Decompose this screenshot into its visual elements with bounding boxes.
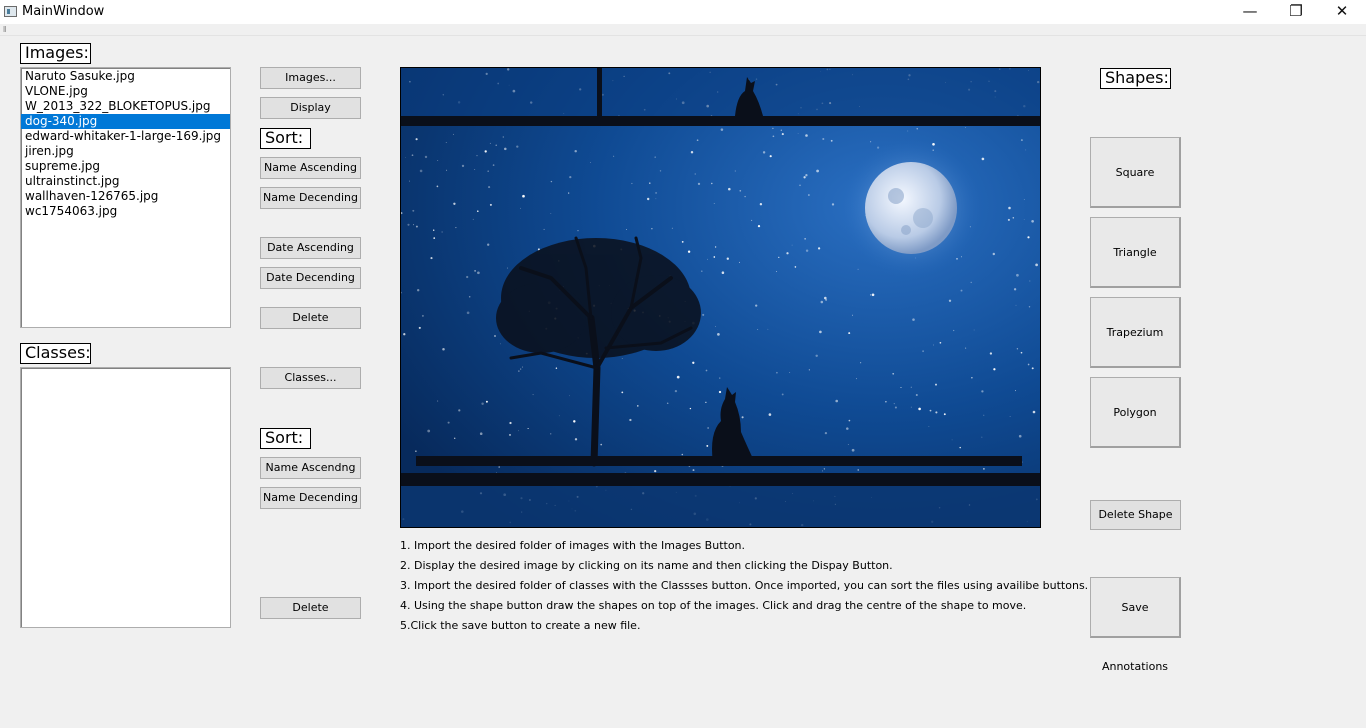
instruction-5: 5.Click the save button to create a new …	[400, 619, 641, 632]
class-name-ascending-button[interactable]: Name Ascendng	[260, 457, 361, 479]
date-ascending-button[interactable]: Date Ascending	[260, 237, 361, 259]
trapezium-button[interactable]: Trapezium	[1090, 297, 1181, 368]
toolbar-grip-icon[interactable]: ‖	[3, 25, 6, 34]
image-file-item[interactable]: ultrainstinct.jpg	[21, 174, 230, 189]
classes-label: Classes:	[20, 343, 91, 364]
instruction-1: 1. Import the desired folder of images w…	[400, 539, 746, 552]
instruction-2: 2. Display the desired image by clicking…	[400, 559, 893, 572]
image-file-item[interactable]: wc1754063.jpg	[21, 204, 230, 219]
images-label: Images:	[20, 43, 91, 64]
save-annotations-button[interactable]: Save Annotations	[1090, 577, 1181, 673]
image-display[interactable]	[400, 67, 1041, 528]
instruction-3: 3. Import the desired folder of classes …	[400, 579, 1089, 592]
image-file-item[interactable]: jiren.jpg	[21, 144, 230, 159]
title-bar	[0, 0, 1366, 24]
image-file-item[interactable]: dog-340.jpg	[21, 114, 230, 129]
image-file-item[interactable]: VLONE.jpg	[21, 84, 230, 99]
delete-image-button[interactable]: Delete	[260, 307, 361, 329]
triangle-button[interactable]: Triangle	[1090, 217, 1181, 288]
sort-images-label: Sort:	[260, 128, 311, 149]
image-file-item[interactable]: wallhaven-126765.jpg	[21, 189, 230, 204]
menu-bar	[0, 24, 1366, 36]
app-icon	[4, 6, 17, 17]
close-button[interactable]: ✕	[1319, 0, 1365, 24]
classes-list[interactable]	[20, 367, 231, 628]
name-ascending-button[interactable]: Name Ascending	[260, 157, 361, 179]
shapes-label: Shapes:	[1100, 68, 1171, 89]
classes-button[interactable]: Classes...	[260, 367, 361, 389]
instruction-4: 4. Using the shape button draw the shape…	[400, 599, 1027, 612]
class-name-decending-button[interactable]: Name Decending	[260, 487, 361, 509]
sort-classes-label: Sort:	[260, 428, 311, 449]
images-list[interactable]: Naruto Sasuke.jpg VLONE.jpg W_2013_322_BLO…	[20, 67, 231, 328]
delete-shape-button[interactable]: Delete Shape	[1090, 500, 1181, 530]
polygon-button[interactable]: Polygon	[1090, 377, 1181, 448]
image-file-item[interactable]: edward-whitaker-1-large-169.jpg	[21, 129, 230, 144]
display-button[interactable]: Display	[260, 97, 361, 119]
minimize-button[interactable]: —	[1227, 0, 1273, 24]
delete-class-button[interactable]: Delete	[260, 597, 361, 619]
image-file-item[interactable]: W_2013_322_BLOKETOPUS.jpg	[21, 99, 230, 114]
image-file-item[interactable]: supreme.jpg	[21, 159, 230, 174]
image-file-item[interactable]: Naruto Sasuke.jpg	[21, 69, 230, 84]
date-decending-button[interactable]: Date Decending	[260, 267, 361, 289]
square-button[interactable]: Square	[1090, 137, 1181, 208]
window-title: MainWindow	[22, 4, 105, 19]
images-button[interactable]: Images...	[260, 67, 361, 89]
maximize-button[interactable]: ❐	[1273, 0, 1319, 24]
night-sky-image	[401, 68, 1040, 527]
name-decending-button[interactable]: Name Decending	[260, 187, 361, 209]
